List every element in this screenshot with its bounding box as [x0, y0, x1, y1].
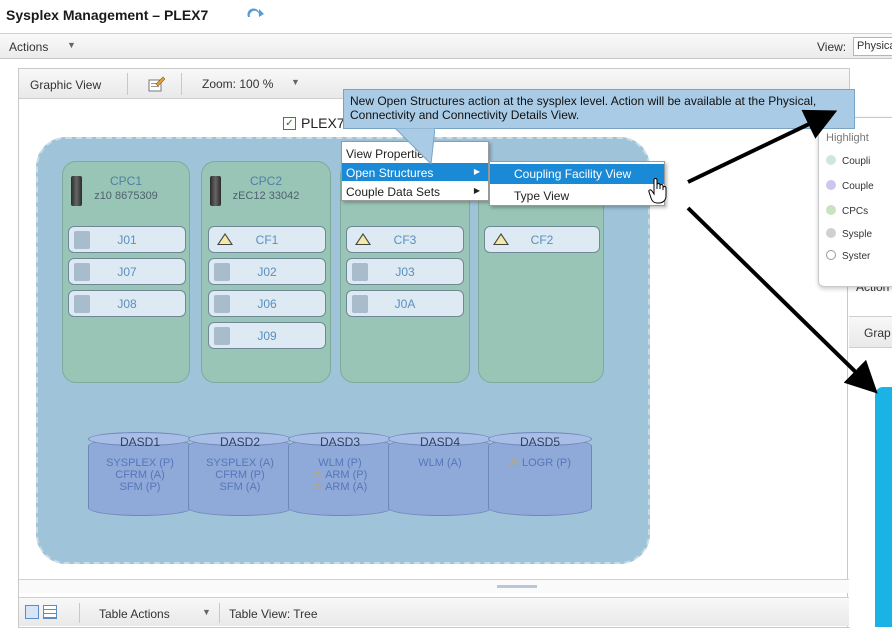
lpar-item[interactable]: J06: [208, 290, 326, 317]
chevron-down-icon[interactable]: ▼: [291, 77, 300, 87]
cpc-name: CPC1: [109, 174, 142, 188]
view-label: View:: [817, 40, 847, 54]
horizontal-scrollbar[interactable]: [19, 579, 849, 593]
table-actions-menu[interactable]: Table Actions: [99, 607, 170, 621]
warning-icon: ⚠: [509, 457, 522, 469]
cpc-name: CPC2: [249, 174, 282, 188]
menu-item-type-view[interactable]: Type View: [490, 186, 664, 206]
divider: [127, 73, 128, 95]
dasd-volume[interactable]: DASD5 ⚠ LOGR (P): [488, 432, 592, 520]
tree-view-icon[interactable]: [25, 605, 39, 619]
dasd-volume[interactable]: DASD1 SYSPLEX (P) CFRM (A) SFM (P): [88, 432, 192, 520]
actions-menu[interactable]: Actions: [9, 40, 48, 54]
dasd-name: DASD5: [519, 435, 560, 449]
menu-item-coupling-facility-view[interactable]: Coupling Facility View: [490, 164, 664, 184]
lpar-item[interactable]: J02: [208, 258, 326, 285]
plex-checkbox[interactable]: ✓: [283, 117, 296, 130]
dasd-volume[interactable]: DASD4 WLM (A): [388, 432, 492, 520]
dasd-dataset-list: SYSPLEX (A) CFRM (P) SFM (A): [206, 457, 274, 493]
lpar-label: J08: [117, 297, 137, 311]
lpar-item[interactable]: CF3: [346, 226, 464, 253]
warning-icon: ⚠: [312, 481, 326, 493]
page-title: Sysplex Management – PLEX7: [6, 7, 209, 23]
lpar-item[interactable]: J03: [346, 258, 464, 285]
dasd-dataset-list: ⚠ LOGR (P): [509, 457, 571, 469]
lpar-label: J01: [117, 233, 137, 247]
chevron-down-icon[interactable]: ▼: [202, 607, 211, 617]
zoom-select[interactable]: Zoom: 100 %: [202, 77, 273, 91]
lpar-item[interactable]: J01: [68, 226, 186, 253]
lpar-label: CF1: [255, 233, 279, 247]
graphic-view-label: Graphic View: [30, 78, 102, 92]
lpar-item[interactable]: J0A: [346, 290, 464, 317]
chevron-right-icon: ▶: [473, 167, 480, 176]
chevron-down-icon[interactable]: ▼: [67, 40, 76, 50]
lpar-item[interactable]: J09: [208, 322, 326, 349]
dasd-dataset-list: WLM (A): [418, 457, 462, 469]
view-select[interactable]: Physical: [853, 37, 892, 56]
lpar-label: CF2: [530, 233, 554, 247]
plex-label: PLEX7: [301, 115, 345, 131]
table-view-select[interactable]: Table View: Tree: [229, 607, 318, 621]
dasd-name: DASD2: [219, 435, 260, 449]
warning-icon: ⚠: [312, 469, 326, 481]
menu-item-label: Couple Data Sets: [346, 185, 441, 199]
lpar-label: J0A: [394, 297, 416, 311]
dasd-volume[interactable]: DASD2 SYSPLEX (A) CFRM (P) SFM (A): [188, 432, 292, 520]
lpar-label: CF3: [393, 233, 417, 247]
dasd-volume[interactable]: DASD3 WLM (P) ⚠ ARM (P) ⚠ ARM (A): [288, 432, 392, 520]
refresh-icon[interactable]: [245, 8, 265, 24]
lpar-label: J02: [257, 265, 277, 279]
menu-item-couple-data-sets[interactable]: Couple Data Sets ▶: [342, 182, 488, 200]
cpc-serial: zEC12 33042: [232, 190, 300, 202]
annotation-arrows: [686, 109, 878, 394]
menu-item-label: Open Structures: [346, 166, 434, 180]
divider: [181, 73, 182, 95]
menu-item-open-structures[interactable]: Open Structures ▶: [342, 163, 488, 181]
lpar-item[interactable]: J08: [68, 290, 186, 317]
lpar-item[interactable]: CF2: [484, 226, 600, 253]
dasd-name: DASD1: [119, 435, 160, 449]
dasd-name: DASD4: [419, 435, 460, 449]
divider: [79, 603, 80, 623]
table-view-icon[interactable]: [43, 605, 57, 619]
cpc-box[interactable]: CPC1 z10 8675309 J01 J07 J08: [62, 161, 190, 383]
dasd-dataset-list: WLM (P) ⚠ ARM (P) ⚠ ARM (A): [312, 457, 368, 493]
lpar-label: J07: [117, 265, 137, 279]
lpar-label: J03: [395, 265, 415, 279]
divider: [219, 603, 220, 623]
lpar-item[interactable]: CF1: [208, 226, 326, 253]
table-toolbar: Table Actions ▼ Table View: Tree: [19, 597, 849, 626]
lpar-label: J06: [257, 297, 277, 311]
actions-bar: Actions ▼ View: Physical: [0, 33, 892, 59]
open-structures-submenu: Coupling Facility View Type View: [489, 161, 665, 206]
dasd-dataset-list: SYSPLEX (P) CFRM (A) SFM (P): [106, 457, 174, 493]
cpc-box[interactable]: CPC2 zEC12 33042 CF1 J02 J06 J09: [201, 161, 331, 383]
hand-cursor-icon: [648, 178, 667, 204]
callout-pointer: [395, 128, 435, 164]
lpar-item[interactable]: J07: [68, 258, 186, 285]
edit-icon[interactable]: [147, 75, 165, 93]
cpc-serial: z10 8675309: [94, 190, 158, 202]
dasd-name: DASD3: [319, 435, 360, 449]
lpar-label: J09: [257, 329, 277, 343]
chevron-right-icon: ▶: [473, 186, 480, 195]
